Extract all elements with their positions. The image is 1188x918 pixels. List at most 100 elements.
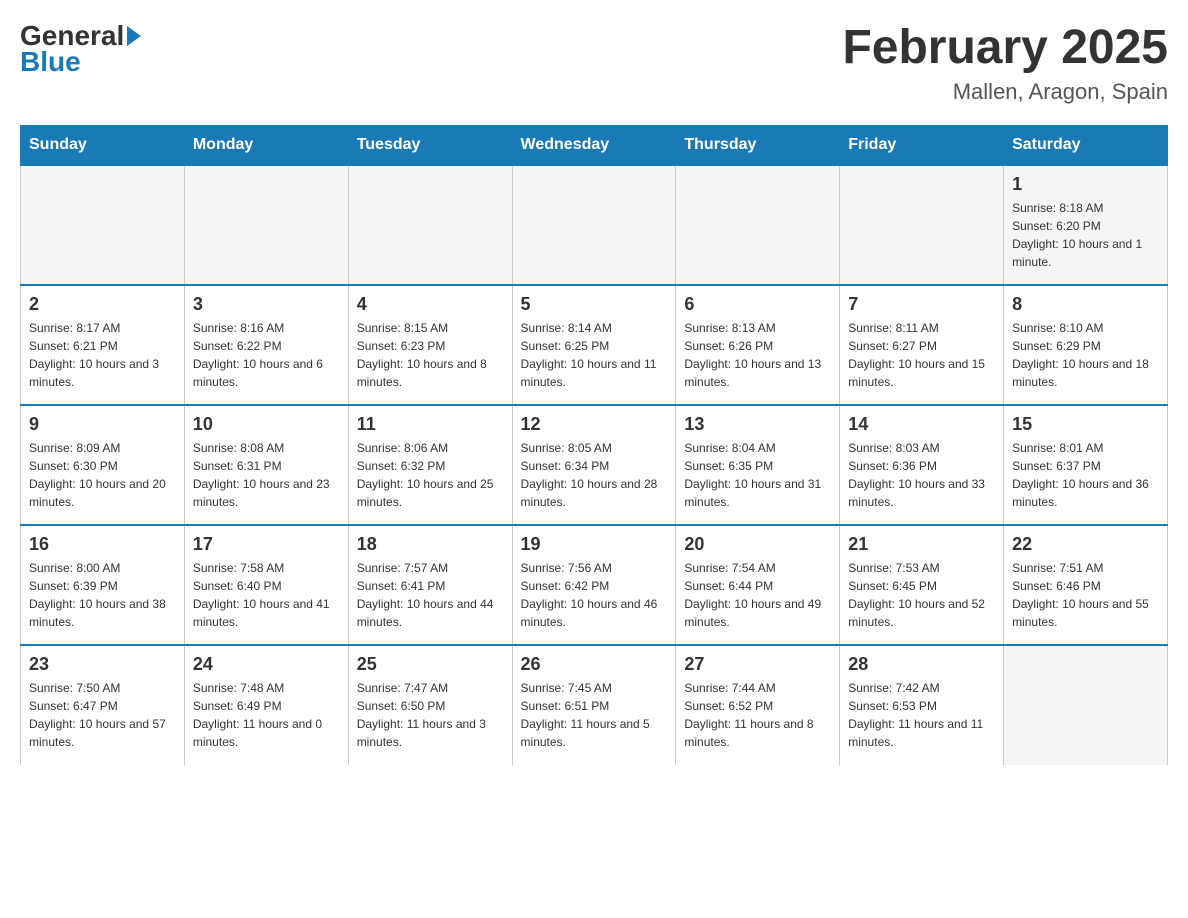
day-cell-w4-d6: [1004, 645, 1168, 765]
day-cell-w1-d3: 5 Sunrise: 8:14 AM Sunset: 6:25 PM Daylig…: [512, 285, 676, 405]
day-number: 16: [29, 534, 176, 555]
day-cell-w2-d2: 11 Sunrise: 8:06 AM Sunset: 6:32 PM Dayli…: [348, 405, 512, 525]
day-cell-w2-d5: 14 Sunrise: 8:03 AM Sunset: 6:36 PM Dayli…: [840, 405, 1004, 525]
day-cell-w3-d6: 22 Sunrise: 7:51 AM Sunset: 6:46 PM Dayli…: [1004, 525, 1168, 645]
day-info: Sunrise: 7:51 AM Sunset: 6:46 PM Dayligh…: [1012, 561, 1149, 629]
day-info: Sunrise: 7:53 AM Sunset: 6:45 PM Dayligh…: [848, 561, 985, 629]
day-number: 19: [521, 534, 668, 555]
day-cell-w1-d1: 3 Sunrise: 8:16 AM Sunset: 6:22 PM Daylig…: [184, 285, 348, 405]
day-cell-w3-d3: 19 Sunrise: 7:56 AM Sunset: 6:42 PM Dayli…: [512, 525, 676, 645]
day-number: 15: [1012, 414, 1159, 435]
header-friday: Friday: [840, 126, 1004, 166]
day-cell-w3-d0: 16 Sunrise: 8:00 AM Sunset: 6:39 PM Dayli…: [21, 525, 185, 645]
day-cell-w4-d2: 25 Sunrise: 7:47 AM Sunset: 6:50 PM Dayli…: [348, 645, 512, 765]
day-number: 6: [684, 294, 831, 315]
day-info: Sunrise: 8:05 AM Sunset: 6:34 PM Dayligh…: [521, 441, 658, 509]
day-cell-w1-d6: 8 Sunrise: 8:10 AM Sunset: 6:29 PM Daylig…: [1004, 285, 1168, 405]
day-info: Sunrise: 8:18 AM Sunset: 6:20 PM Dayligh…: [1012, 201, 1142, 269]
day-cell-w3-d4: 20 Sunrise: 7:54 AM Sunset: 6:44 PM Dayli…: [676, 525, 840, 645]
header-monday: Monday: [184, 126, 348, 166]
day-cell-w3-d5: 21 Sunrise: 7:53 AM Sunset: 6:45 PM Dayli…: [840, 525, 1004, 645]
header-wednesday: Wednesday: [512, 126, 676, 166]
day-number: 3: [193, 294, 340, 315]
day-info: Sunrise: 7:56 AM Sunset: 6:42 PM Dayligh…: [521, 561, 658, 629]
day-cell-w1-d0: 2Sunrise: 8:17 AM Sunset: 6:21 PM Daylig…: [21, 285, 185, 405]
month-year-title: February 2025: [842, 20, 1168, 75]
day-info: Sunrise: 8:11 AM Sunset: 6:27 PM Dayligh…: [848, 321, 985, 389]
day-number: 20: [684, 534, 831, 555]
day-info: Sunrise: 8:01 AM Sunset: 6:37 PM Dayligh…: [1012, 441, 1149, 509]
day-info: Sunrise: 8:13 AM Sunset: 6:26 PM Dayligh…: [684, 321, 821, 389]
day-number: 27: [684, 654, 831, 675]
day-cell-w2-d4: 13Sunrise: 8:04 AM Sunset: 6:35 PM Dayli…: [676, 405, 840, 525]
day-number: 25: [357, 654, 504, 675]
day-number: 10: [193, 414, 340, 435]
day-number: 23: [29, 654, 176, 675]
header-thursday: Thursday: [676, 126, 840, 166]
day-number: 17: [193, 534, 340, 555]
day-cell-w2-d6: 15 Sunrise: 8:01 AM Sunset: 6:37 PM Dayli…: [1004, 405, 1168, 525]
day-cell-w1-d5: 7 Sunrise: 8:11 AM Sunset: 6:27 PM Daylig…: [840, 285, 1004, 405]
week-row-3: 16 Sunrise: 8:00 AM Sunset: 6:39 PM Dayli…: [21, 525, 1168, 645]
day-info: Sunrise: 7:54 AM Sunset: 6:44 PM Dayligh…: [684, 561, 821, 629]
day-number: 7: [848, 294, 995, 315]
day-cell-w0-d2: [348, 165, 512, 285]
day-cell-w0-d3: [512, 165, 676, 285]
week-row-0: 1Sunrise: 8:18 AM Sunset: 6:20 PM Daylig…: [21, 165, 1168, 285]
day-number: 22: [1012, 534, 1159, 555]
day-cell-w2-d1: 10 Sunrise: 8:08 AM Sunset: 6:31 PM Dayli…: [184, 405, 348, 525]
day-info: Sunrise: 7:58 AM Sunset: 6:40 PM Dayligh…: [193, 561, 330, 629]
calendar-header: Sunday Monday Tuesday Wednesday Thursday…: [21, 126, 1168, 166]
day-info: Sunrise: 8:14 AM Sunset: 6:25 PM Dayligh…: [521, 321, 657, 389]
day-cell-w3-d1: 17 Sunrise: 7:58 AM Sunset: 6:40 PM Dayli…: [184, 525, 348, 645]
page-header: General Blue February 2025 Mallen, Arago…: [20, 20, 1168, 105]
day-info: Sunrise: 8:00 AM Sunset: 6:39 PM Dayligh…: [29, 561, 166, 629]
header-tuesday: Tuesday: [348, 126, 512, 166]
day-number: 13: [684, 414, 831, 435]
day-info: Sunrise: 8:10 AM Sunset: 6:29 PM Dayligh…: [1012, 321, 1149, 389]
week-row-2: 9Sunrise: 8:09 AM Sunset: 6:30 PM Daylig…: [21, 405, 1168, 525]
day-cell-w4-d1: 24Sunrise: 7:48 AM Sunset: 6:49 PM Dayli…: [184, 645, 348, 765]
day-number: 14: [848, 414, 995, 435]
weekday-row: Sunday Monday Tuesday Wednesday Thursday…: [21, 126, 1168, 166]
header-sunday: Sunday: [21, 126, 185, 166]
day-cell-w2-d0: 9Sunrise: 8:09 AM Sunset: 6:30 PM Daylig…: [21, 405, 185, 525]
day-cell-w4-d0: 23 Sunrise: 7:50 AM Sunset: 6:47 PM Dayli…: [21, 645, 185, 765]
day-info: Sunrise: 8:03 AM Sunset: 6:36 PM Dayligh…: [848, 441, 985, 509]
logo-arrow-icon: [127, 26, 141, 46]
day-number: 8: [1012, 294, 1159, 315]
day-info: Sunrise: 8:16 AM Sunset: 6:22 PM Dayligh…: [193, 321, 323, 389]
day-cell-w0-d4: [676, 165, 840, 285]
logo-blue-text: Blue: [20, 46, 81, 78]
day-cell-w4-d3: 26 Sunrise: 7:45 AM Sunset: 6:51 PM Dayli…: [512, 645, 676, 765]
day-cell-w4-d4: 27 Sunrise: 7:44 AM Sunset: 6:52 PM Dayli…: [676, 645, 840, 765]
day-cell-w4-d5: 28 Sunrise: 7:42 AM Sunset: 6:53 PM Dayli…: [840, 645, 1004, 765]
title-section: February 2025 Mallen, Aragon, Spain: [842, 20, 1168, 105]
day-cell-w1-d2: 4Sunrise: 8:15 AM Sunset: 6:23 PM Daylig…: [348, 285, 512, 405]
day-number: 24: [193, 654, 340, 675]
day-info: Sunrise: 7:50 AM Sunset: 6:47 PM Dayligh…: [29, 681, 166, 749]
day-cell-w0-d6: 1Sunrise: 8:18 AM Sunset: 6:20 PM Daylig…: [1004, 165, 1168, 285]
day-number: 26: [521, 654, 668, 675]
day-info: Sunrise: 7:44 AM Sunset: 6:52 PM Dayligh…: [684, 681, 813, 749]
day-number: 11: [357, 414, 504, 435]
day-cell-w2-d3: 12 Sunrise: 8:05 AM Sunset: 6:34 PM Dayli…: [512, 405, 676, 525]
day-info: Sunrise: 8:17 AM Sunset: 6:21 PM Dayligh…: [29, 321, 159, 389]
day-number: 5: [521, 294, 668, 315]
day-cell-w3-d2: 18Sunrise: 7:57 AM Sunset: 6:41 PM Dayli…: [348, 525, 512, 645]
day-info: Sunrise: 8:09 AM Sunset: 6:30 PM Dayligh…: [29, 441, 166, 509]
calendar-table: Sunday Monday Tuesday Wednesday Thursday…: [20, 125, 1168, 765]
day-cell-w0-d0: [21, 165, 185, 285]
week-row-1: 2Sunrise: 8:17 AM Sunset: 6:21 PM Daylig…: [21, 285, 1168, 405]
day-info: Sunrise: 8:08 AM Sunset: 6:31 PM Dayligh…: [193, 441, 330, 509]
day-number: 12: [521, 414, 668, 435]
day-info: Sunrise: 8:06 AM Sunset: 6:32 PM Dayligh…: [357, 441, 494, 509]
day-info: Sunrise: 7:47 AM Sunset: 6:50 PM Dayligh…: [357, 681, 486, 749]
day-number: 21: [848, 534, 995, 555]
day-number: 4: [357, 294, 504, 315]
week-row-4: 23 Sunrise: 7:50 AM Sunset: 6:47 PM Dayli…: [21, 645, 1168, 765]
day-number: 18: [357, 534, 504, 555]
day-number: 28: [848, 654, 995, 675]
day-info: Sunrise: 7:45 AM Sunset: 6:51 PM Dayligh…: [521, 681, 650, 749]
day-info: Sunrise: 7:42 AM Sunset: 6:53 PM Dayligh…: [848, 681, 983, 749]
